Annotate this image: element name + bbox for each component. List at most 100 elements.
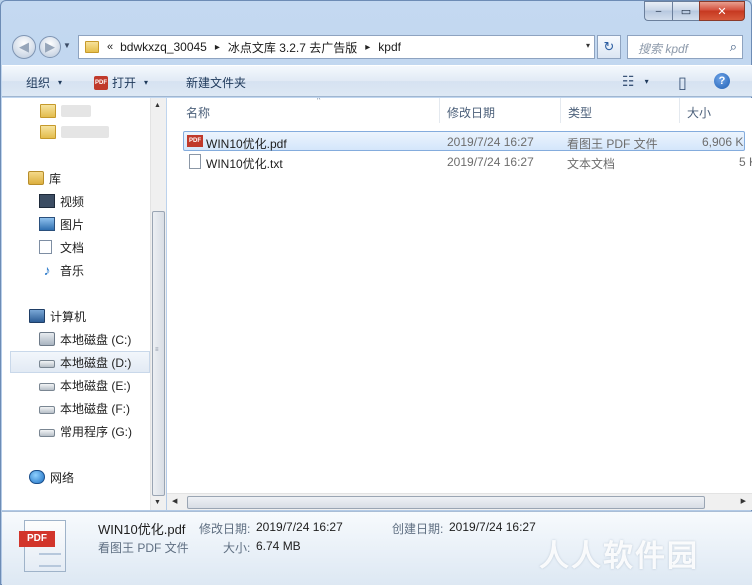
details-created-value: 2019/7/24 16:27 [449,520,536,534]
network-icon [29,470,45,484]
windows-drive-icon [39,332,55,346]
recent-pages-dropdown[interactable]: ▼ [63,41,71,50]
forward-arrow-icon: ▶ [45,39,55,54]
back-button[interactable]: ◀ [12,35,36,59]
sidebar-item-label: 计算机 [50,309,87,324]
picture-icon [39,217,55,231]
blurred-label [61,126,109,138]
organize-label: 组织 [26,76,51,90]
details-type: 看图王 PDF 文件 [98,541,189,555]
address-bar[interactable]: « bdwkxzq_30045 ▸ 冰点文库 3.2.7 去广告版 ▸ kpdf… [78,35,595,59]
sidebar-item-drive[interactable]: 本地磁盘 (D:) [10,351,150,373]
caption-buttons: – ▭ ✕ [644,1,745,21]
new-folder-button[interactable]: 新建文件夹 [186,74,246,91]
sidebar-item-drive[interactable]: 本地磁盘 (E:) [39,374,149,396]
scroll-right-icon[interactable]: ▶ [741,497,746,505]
sidebar-item-label: 本地磁盘 (E:) [60,378,131,393]
sidebar-item-label: 本地磁盘 (F:) [60,401,130,416]
column-header-label: 名称 [186,106,211,120]
computer-icon [29,309,45,323]
breadcrumb-separator-icon[interactable]: ▸ [365,42,370,53]
preview-pane-button[interactable]: ▯ [678,73,687,93]
forward-button[interactable]: ▶ [39,36,61,58]
breadcrumb-separator-icon[interactable]: ▸ [215,42,220,53]
refresh-button[interactable]: ↻ [597,35,621,59]
column-header-name[interactable]: ^ 名称 [179,98,440,123]
close-button[interactable]: ✕ [699,1,745,21]
sidebar-item-label: 图片 [60,217,85,232]
navigation-pane: 库 视频 图片 文档 ♪ 音乐 计算机 本地磁盘 (C:) 本地磁盘 (D:) [2,98,166,510]
breadcrumb-overflow[interactable]: « [107,41,113,53]
video-icon [39,194,55,208]
hard-drive-icon [39,429,55,437]
sidebar-item-drive[interactable]: 本地磁盘 (F:) [39,397,149,419]
scroll-thumb[interactable] [152,211,165,496]
folder-icon [85,41,99,53]
open-button[interactable]: PDF 打开 ▾ [94,74,148,91]
library-icon [28,171,44,185]
nav-vertical-scrollbar[interactable]: ▲ ≡ ▼ [150,98,166,510]
sidebar-item-label: 库 [49,171,62,186]
preview-pane-icon: ▯ [678,75,687,92]
folder-icon [40,104,56,118]
breadcrumb-item[interactable]: 冰点文库 3.2.7 去广告版 [228,39,357,56]
maximize-button[interactable]: ▭ [672,1,699,21]
details-size-value: 6.74 MB [256,539,301,553]
details-modified-label: 修改日期: [199,522,251,536]
help-button[interactable]: ? [714,73,730,89]
text-file-icon [189,154,201,169]
organize-button[interactable]: 组织 ▾ [26,74,62,91]
table-row[interactable]: WIN10优化.txt 2019/7/24 16:27 文本文档 5 K [183,152,752,172]
scroll-down-icon[interactable]: ▼ [154,499,161,506]
details-size-label: 大小: [223,541,251,555]
hard-drive-icon [39,360,55,368]
address-row: ◀ ▶ ▼ « bdwkxzq_30045 ▸ 冰点文库 3.2.7 去广告版 … [1,27,751,63]
file-list: ^ 名称 修改日期 类型 大小 PDF WIN10优化.pdf 2019/7/2… [167,98,752,510]
column-header-label: 类型 [568,106,593,120]
column-header-size[interactable]: 大小 [680,98,752,123]
column-header-type[interactable]: 类型 [561,98,680,123]
view-options-button[interactable]: ☷ ▾ [622,73,649,90]
pdf-file-icon: PDF [19,520,66,572]
search-icon[interactable]: ⌕ [730,39,737,55]
maximize-icon: ▭ [680,5,692,18]
folder-icon [40,125,56,139]
scroll-thumb[interactable] [187,496,705,509]
music-icon: ♪ [43,262,51,278]
file-name: WIN10优化.pdf [206,137,287,151]
file-size: 5 K [739,155,752,169]
explorer-window: – ▭ ✕ ◀ ▶ ▼ « bdwkxzq_30045 ▸ 冰点文库 3.2.7… [0,0,752,585]
search-placeholder: 搜索 kpdf [638,42,689,56]
close-icon: ✕ [717,5,727,18]
sidebar-item-drive[interactable]: 本地磁盘 (C:) [39,328,149,350]
chevron-down-icon: ▾ [144,78,149,87]
details-filename: WIN10优化.pdf [98,522,186,537]
page-lines [39,553,61,567]
scroll-up-icon[interactable]: ▲ [154,102,161,109]
file-modified: 2019/7/24 16:27 [447,135,534,149]
watermark-text: 人人软件园 [539,540,699,573]
breadcrumb-item[interactable]: kpdf [378,40,401,54]
column-header-modified[interactable]: 修改日期 [440,98,561,123]
table-row[interactable]: PDF WIN10优化.pdf 2019/7/24 16:27 看图王 PDF … [183,131,745,151]
command-bar: 组织 ▾ PDF 打开 ▾ 新建文件夹 ☷ ▾ ▯ ? [2,65,752,97]
minimize-icon: – [655,5,662,17]
details-created-label: 创建日期: [392,522,444,536]
file-size: 6,906 K [702,135,744,149]
horizontal-scrollbar[interactable]: ◀ ▶ [167,493,752,510]
scroll-left-icon[interactable]: ◀ [172,497,177,505]
view-icon: ☷ [622,73,635,89]
address-dropdown-icon[interactable]: ▾ [586,41,590,50]
search-input[interactable]: 搜索 kpdf ⌕ [627,35,743,59]
sidebar-item-label: 本地磁盘 (D:) [60,355,132,370]
pdf-file-icon: PDF [187,135,203,147]
minimize-button[interactable]: – [644,1,672,21]
sidebar-item-label: 文档 [60,240,85,255]
document-icon [39,240,52,254]
file-modified: 2019/7/24 16:27 [447,155,534,169]
file-name: WIN10优化.txt [206,157,283,171]
breadcrumb-item[interactable]: bdwkxzq_30045 [120,40,207,54]
sidebar-item-drive[interactable]: 常用程序 (G:) [39,420,149,442]
sidebar-item-label: 常用程序 (G:) [60,424,132,439]
chevron-down-icon: ▾ [58,78,63,87]
